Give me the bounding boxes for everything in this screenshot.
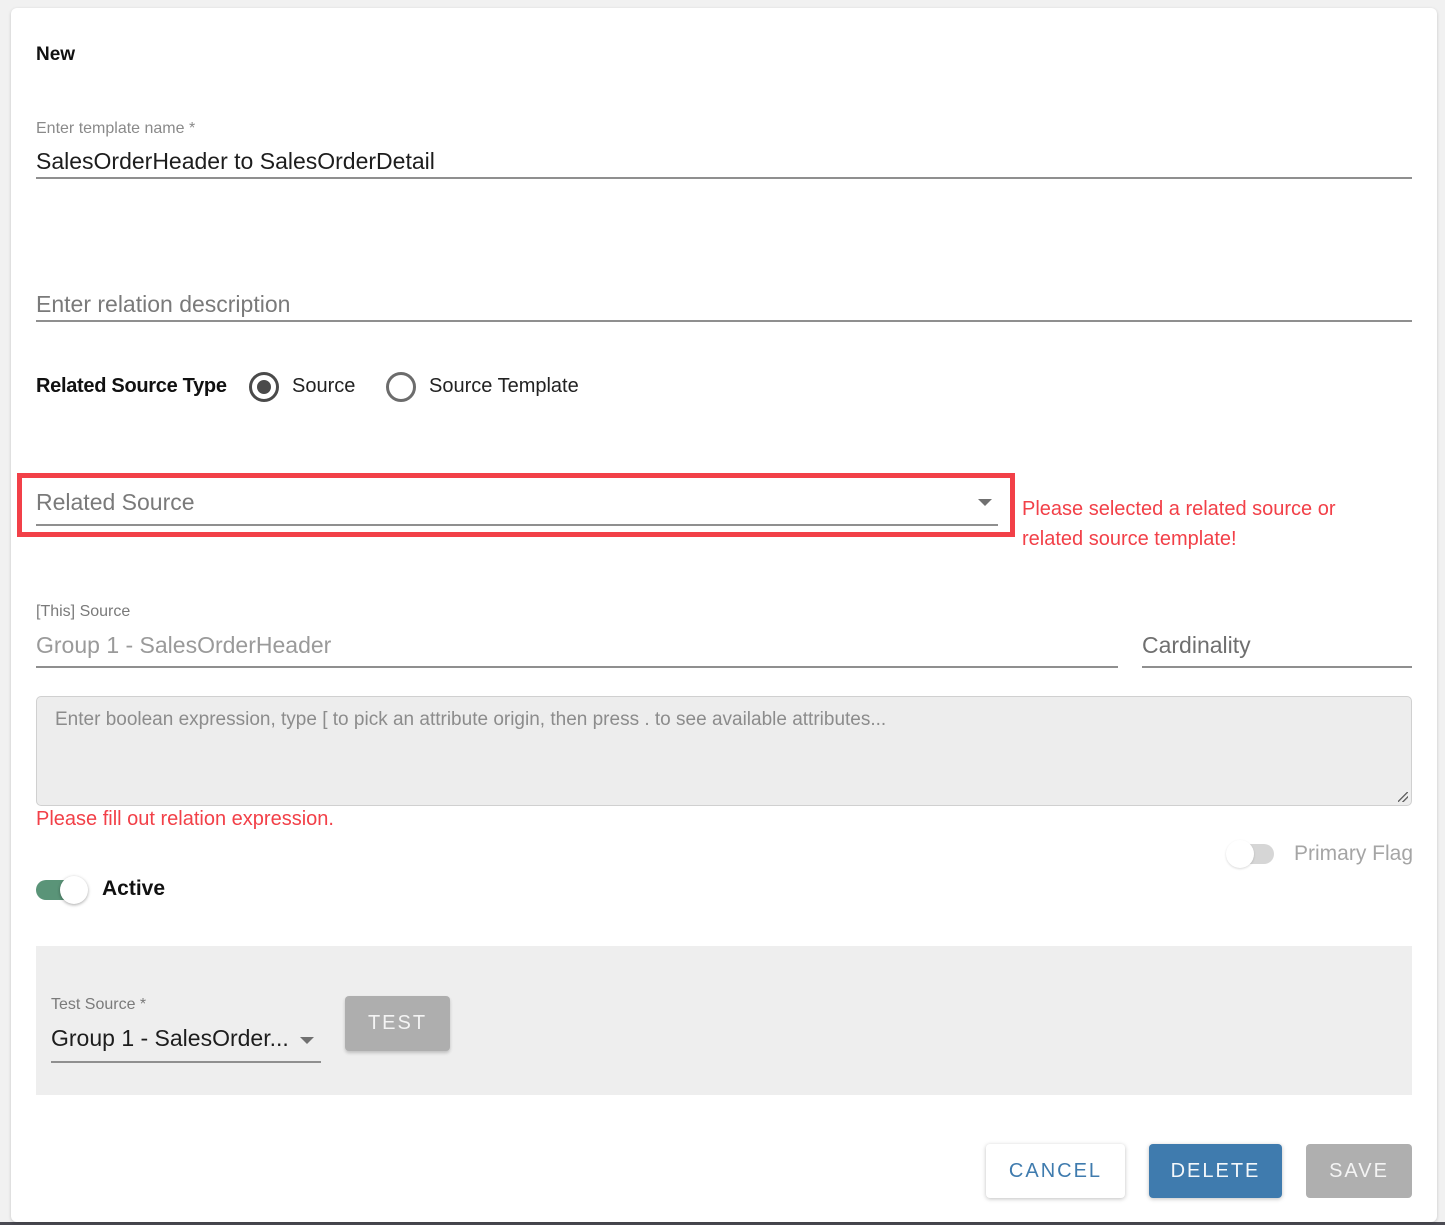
test-source-underline	[51, 1061, 321, 1063]
active-label: Active	[102, 877, 166, 900]
toggle-thumb	[60, 876, 88, 904]
relation-description-underline	[36, 320, 1412, 322]
save-button[interactable]: SAVE	[1306, 1144, 1412, 1198]
chevron-down-icon[interactable]	[300, 1037, 314, 1044]
expression-textarea[interactable]: Enter boolean expression, type [ to pick…	[36, 696, 1412, 806]
related-source-select[interactable]: Related Source	[36, 489, 195, 516]
chevron-down-icon[interactable]	[978, 499, 992, 506]
primary-flag-toggle[interactable]	[1226, 840, 1274, 868]
radio-source-template[interactable]	[386, 372, 416, 402]
related-source-type-label: Related Source Type	[36, 375, 227, 397]
relation-description-input[interactable]: Enter relation description	[36, 291, 290, 318]
primary-flag-label: Primary Flag	[1294, 842, 1414, 865]
this-source-label: [This] Source	[36, 603, 131, 620]
template-name-input[interactable]: SalesOrderHeader to SalesOrderDetail	[36, 148, 435, 175]
relation-dialog: New Enter template name * SalesOrderHead…	[11, 8, 1437, 1222]
this-source-underline	[36, 666, 1118, 668]
cardinality-select[interactable]: Cardinality	[1142, 632, 1251, 659]
this-source-field: Group 1 - SalesOrderHeader	[36, 632, 332, 658]
radio-source-template-label[interactable]: Source Template	[429, 375, 579, 398]
related-source-underline	[36, 524, 998, 526]
expression-error-message: Please fill out relation expression.	[36, 808, 334, 830]
test-panel: Test Source * Group 1 - SalesOrder... TE…	[36, 946, 1412, 1095]
expression-placeholder: Enter boolean expression, type [ to pick…	[55, 709, 887, 730]
resize-handle-icon[interactable]	[1398, 792, 1408, 802]
test-source-select[interactable]: Group 1 - SalesOrder...	[51, 1025, 289, 1052]
test-button[interactable]: TEST	[345, 996, 450, 1051]
toggle-thumb	[1226, 840, 1254, 868]
test-source-label: Test Source *	[51, 996, 147, 1013]
radio-source-label[interactable]: Source	[292, 375, 355, 398]
related-source-error-message: Please selected a related source or rela…	[1022, 498, 1336, 550]
template-name-label: Enter template name *	[36, 120, 196, 137]
dialog-title: New	[36, 44, 76, 65]
radio-source[interactable]	[249, 372, 279, 402]
cancel-button[interactable]: CANCEL	[986, 1144, 1125, 1198]
active-toggle[interactable]	[36, 876, 88, 904]
delete-button[interactable]: DELETE	[1149, 1144, 1282, 1198]
template-name-underline	[36, 177, 1412, 179]
cardinality-underline	[1142, 666, 1412, 668]
